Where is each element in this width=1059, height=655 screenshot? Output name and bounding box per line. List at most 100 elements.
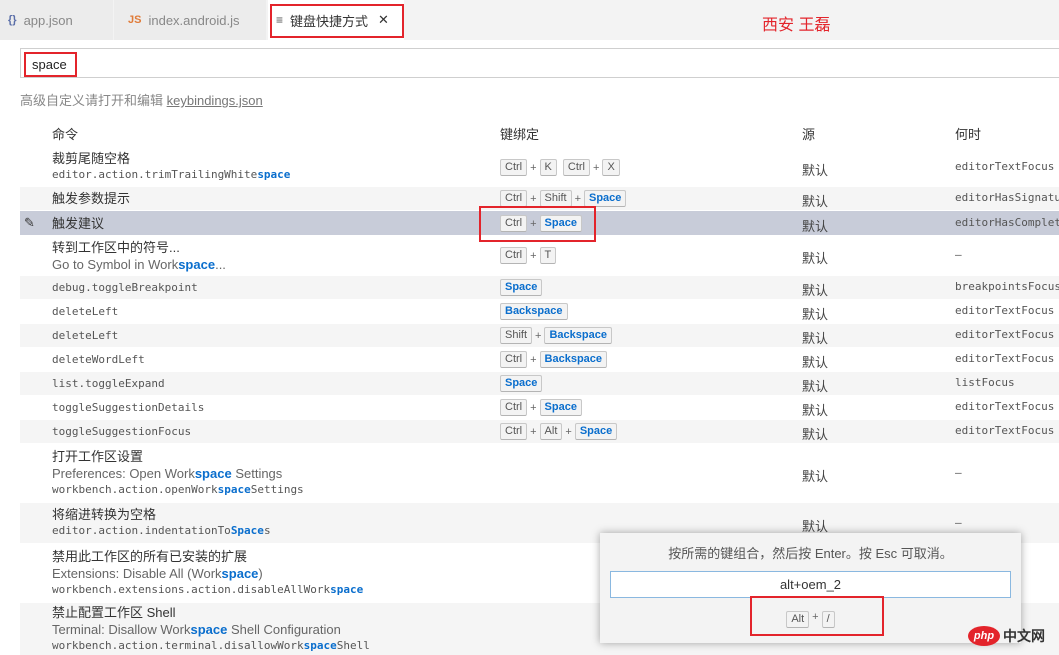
tab-label: 键盘快捷方式 (290, 13, 369, 29)
table-row[interactable]: 触发参数提示 Ctrl + Shift + Space 默认 editorHasSignatu… (20, 187, 1059, 210)
text-part: workbench.extensions.action.disableAllWo… (52, 583, 331, 596)
when-cell: editorTextFocus && (955, 304, 1059, 317)
table-row[interactable]: ✎ 触发建议 Ctrl+Space 默认 editorHasCompletionItem… (20, 211, 1059, 235)
keybinding-input[interactable]: alt+oem_2 (610, 571, 1011, 598)
tab-app-json[interactable]: {} app.json (0, 0, 113, 40)
command-cell: 禁用此工作区的所有已安装的扩展 Extensions: Disable All (… (52, 548, 492, 597)
table-row[interactable]: debug.toggleBreakpoint Space 默认 breakpoints… (20, 276, 1059, 299)
when-cell: listFocus (955, 376, 1015, 389)
table-row[interactable]: toggleSuggestionDetails Ctrl + Space 默认 edito… (20, 396, 1059, 419)
command-cell: toggleSuggestionFocus (52, 423, 492, 440)
command-id: toggleSuggestionFocus (52, 425, 192, 438)
text-part: Shell (336, 639, 370, 652)
text-part: workbench.action.openWork (52, 483, 218, 496)
key-space: Space (584, 190, 627, 207)
text-part: Shell Configuration (227, 622, 341, 637)
text-part: Settings (250, 483, 304, 496)
key-space: Space (500, 279, 543, 296)
command-label: 禁止配置工作区 Shell (52, 605, 176, 620)
pencil-icon[interactable]: ✎ (24, 215, 35, 231)
table-row[interactable]: 裁剪尾随空格 editor.action.trimTrailingWhitespa… (20, 148, 1059, 186)
source-cell: 默认 (802, 355, 829, 370)
table-row[interactable]: deleteLeft Backspace 默认 editorTextFocus && (20, 300, 1059, 323)
text-part: s (263, 524, 271, 537)
command-cell: list.toggleExpand (52, 375, 492, 392)
when-cell: editorTextFocus && (955, 160, 1059, 173)
command-subtitle: Preferences: Open Workspace Settings (52, 465, 492, 482)
when-cell: editorHasCompletionItemProvider (955, 216, 1059, 229)
command-cell: deleteWordLeft (52, 351, 492, 368)
command-id: list.toggleExpand (52, 377, 165, 390)
hint-text: 高级自定义请打开和编辑 (20, 93, 167, 108)
key-backspace: Backspace (500, 303, 568, 320)
command-id-line: workbench.action.terminal.disallowWorksp… (52, 638, 492, 653)
dialog-keys: Alt + / (600, 611, 1021, 628)
table-row[interactable]: deleteLeft Shift + Backspace 默认 editorTextFoc… (20, 324, 1059, 347)
command-cell: 将缩进转换为空格 editor.action.indentationToSpace… (52, 506, 492, 538)
keybinding-cell: Ctrl + K Ctrl + X (500, 159, 620, 176)
key-plus: + (812, 611, 819, 623)
column-header-command[interactable]: 命令 (52, 124, 78, 143)
text-part: ) (258, 566, 263, 581)
command-label: 转到工作区中的符号... (52, 240, 180, 255)
column-header-keybinding[interactable]: 键绑定 (500, 124, 539, 143)
key-plus: + (565, 425, 572, 438)
tab-label: app.json (23, 12, 73, 28)
text-part: Settings (231, 466, 283, 481)
command-label: 将缩进转换为空格 (52, 507, 157, 522)
command-cell: 禁止配置工作区 Shell Terminal: Disallow Workspac… (52, 604, 492, 653)
column-header-when[interactable]: 何时 (955, 124, 981, 143)
command-id-line: editor.action.indentationToSpaces (52, 523, 492, 538)
command-cell: toggleSuggestionDetails (52, 399, 492, 416)
column-header-source[interactable]: 源 (802, 124, 815, 143)
text-part: editor.action.trimTrailingWhite (52, 168, 258, 181)
source-cell: 默认 (802, 163, 829, 178)
dialog-message: 按所需的键组合，然后按 Enter。按 Esc 可取消。 (668, 546, 953, 561)
table-row[interactable]: 打开工作区设置 Preferences: Open Workspace Setti… (20, 444, 1059, 502)
table-row[interactable]: toggleSuggestionFocus Ctrl + Alt + Space 默认 edi… (20, 420, 1059, 443)
source-cell: 默认 (802, 403, 829, 418)
command-label: 触发参数提示 (52, 191, 131, 206)
key-plus: + (530, 217, 537, 230)
key-plus: + (530, 192, 537, 205)
key-backspace: Backspace (539, 351, 608, 368)
tab-keyboard-shortcuts[interactable]: ≡ 键盘快捷方式 ✕ (268, 0, 404, 40)
table-row[interactable]: deleteWordLeft Ctrl + Backspace 默认 editorText… (20, 348, 1059, 371)
text-part: Terminal: Disallow Work (52, 622, 191, 637)
search-match-highlight: space (178, 257, 216, 272)
when-cell: editorHasSignatureHelp (955, 191, 1059, 204)
command-cell: debug.toggleBreakpoint (52, 279, 492, 296)
keybinding-cell: Space (500, 375, 543, 392)
keybinding-cell: Ctrl + Space (500, 215, 582, 232)
key-ctrl: Ctrl (500, 159, 528, 176)
key-ctrl: Ctrl (500, 247, 528, 264)
key-ctrl: Ctrl (500, 215, 528, 232)
search-value: space (32, 57, 67, 72)
text-part: Preferences: Open Work (52, 466, 195, 481)
source-cell: 默认 (802, 283, 829, 298)
tab-label: index.android.js (148, 12, 240, 28)
command-id: deleteLeft (52, 329, 119, 342)
search-match-highlight: space (330, 583, 364, 596)
when-cell: editorTextFocus && (955, 400, 1059, 413)
table-row[interactable]: list.toggleExpand Space 默认 listFocus (20, 372, 1059, 395)
search-input[interactable]: space (20, 48, 1059, 78)
when-cell: editorTextFocus && (955, 328, 1059, 341)
command-cell: deleteLeft (52, 327, 492, 344)
tab-index-android-js[interactable]: JS index.android.js (114, 0, 266, 40)
table-row[interactable]: 转到工作区中的符号... Go to Symbol in Workspace...… (20, 236, 1059, 275)
command-id: debug.toggleBreakpoint (52, 281, 198, 294)
text-part: Go to Symbol in Work (52, 257, 179, 272)
keybinding-cell: Ctrl + Backspace (500, 351, 608, 368)
when-cell: — (955, 248, 962, 261)
source-cell: 默认 (802, 427, 829, 442)
key-x: X (602, 159, 620, 176)
key-ctrl: Ctrl (500, 399, 528, 416)
command-id-line: workbench.extensions.action.disableAllWo… (52, 582, 492, 597)
command-subtitle: Terminal: Disallow Workspace Shell Confi… (52, 621, 492, 638)
keybinding-cell: Ctrl + Alt + Space (500, 423, 618, 440)
key-plus: + (530, 425, 537, 438)
keybindings-json-link[interactable]: keybindings.json (167, 93, 263, 108)
keybinding-cell: Ctrl + Shift + Space (500, 190, 627, 207)
close-icon[interactable]: ✕ (378, 12, 389, 28)
